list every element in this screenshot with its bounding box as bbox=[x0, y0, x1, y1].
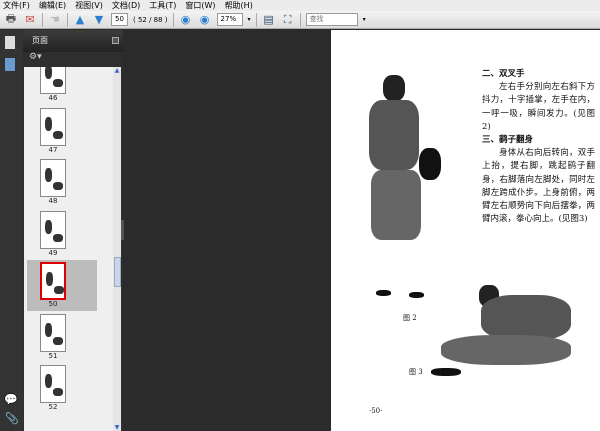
thumbnail-page-number: 51 bbox=[48, 351, 58, 360]
thumbnail-page-number: 47 bbox=[48, 145, 58, 154]
thumbnail-image bbox=[40, 262, 66, 300]
thumbnail-list: 46 47 48 49 50 51 52 ▲ ▼ bbox=[24, 67, 121, 431]
page-number: ·50· bbox=[369, 407, 383, 415]
thumbnail-image bbox=[40, 107, 66, 146]
section-heading-2: 二、双叉手 bbox=[482, 69, 525, 79]
comments-icon[interactable]: 💬 bbox=[4, 393, 18, 406]
page-thumbnail[interactable]: 51 bbox=[27, 312, 97, 363]
thumbnail-page-number: 48 bbox=[48, 197, 58, 205]
divider bbox=[67, 12, 68, 27]
page-number-input[interactable]: 50 bbox=[111, 13, 128, 26]
thumbnail-page-number: 49 bbox=[48, 248, 58, 257]
thumbnail-page-number: 46 bbox=[48, 94, 58, 102]
thumbnail-image bbox=[40, 159, 66, 197]
navigation-icons: 💬 📎 bbox=[0, 30, 23, 431]
paragraph-2: 左右手分别向左右斜下方抖力，十字插掌，左手在内，一呼一吸，瞬间发力。(见图2) bbox=[482, 82, 595, 132]
page-thumbnail[interactable]: 52 bbox=[27, 363, 97, 414]
pages-panel: 页面 ⚙▾ 46 47 48 49 50 51 52 ▲ ▼ bbox=[23, 30, 123, 431]
menu-window[interactable]: 窗口(W) bbox=[185, 0, 215, 11]
menu-help[interactable]: 帮助(H) bbox=[225, 0, 253, 11]
zoom-out-icon[interactable]: ◉ bbox=[179, 13, 193, 26]
divider bbox=[299, 12, 301, 27]
bookmarks-icon[interactable] bbox=[5, 58, 15, 71]
zoom-input[interactable]: 27% bbox=[216, 13, 243, 26]
panel-title: 页面 bbox=[32, 36, 48, 45]
page-thumbnail[interactable]: 47 bbox=[27, 106, 97, 157]
thumbnail-page-number: 50 bbox=[48, 300, 58, 308]
thumbnail-image bbox=[40, 365, 66, 403]
page-thumbnail[interactable]: 49 bbox=[27, 209, 97, 260]
scroll-up-icon[interactable]: ▲ bbox=[113, 67, 121, 74]
scroll-down-icon[interactable]: ▼ bbox=[113, 424, 121, 431]
panel-menu-button[interactable] bbox=[112, 37, 119, 44]
scrollbar-thumb[interactable] bbox=[114, 257, 121, 287]
thumbnail-scrollbar[interactable]: ▲ ▼ bbox=[113, 67, 121, 431]
thumbnail-image bbox=[40, 67, 66, 94]
zoom-in-icon[interactable]: ◉ bbox=[198, 13, 212, 26]
menu-edit[interactable]: 编辑(E) bbox=[39, 0, 66, 11]
thumbnail-image bbox=[40, 210, 66, 249]
page-thumbnail[interactable]: 48 bbox=[27, 157, 97, 208]
menu-document[interactable]: 文档(D) bbox=[112, 0, 140, 11]
paragraph-3: 身体从右向后转向，双手上抬，提右脚，跳起鹞子翻身，右脚落向左脚处，同时左脚左跨成… bbox=[482, 148, 595, 225]
pdf-page: 二、双叉手 左右手分别向左右斜下方抖力，十字插掌，左手在内，一呼一吸，瞬间发力。… bbox=[331, 30, 600, 431]
fit-width-icon[interactable]: ▤ bbox=[262, 13, 276, 26]
options-gear-icon[interactable]: ⚙▾ bbox=[23, 52, 123, 66]
figure-3-caption: 图 3 bbox=[409, 368, 423, 376]
share-icon[interactable]: ✉ bbox=[23, 13, 37, 26]
menu-view[interactable]: 视图(V) bbox=[75, 0, 103, 11]
fit-page-icon[interactable]: ⛶ bbox=[281, 13, 295, 26]
search-dropdown-icon[interactable]: ▾ bbox=[363, 16, 366, 23]
toolbar: 🖶 ✉ ☚ ▲ ▼ 50 ( 52 / 88 ) ◉ ◉ 27% ▾ ▤ ⛶ ▾ bbox=[0, 11, 600, 29]
figure-2-caption: 图 2 bbox=[403, 314, 417, 322]
previous-page-icon[interactable]: ▲ bbox=[73, 13, 87, 26]
splitter-handle[interactable] bbox=[121, 220, 124, 240]
divider bbox=[255, 12, 257, 27]
attachment-icon[interactable]: 📎 bbox=[5, 412, 19, 425]
menu-tools[interactable]: 工具(T) bbox=[149, 0, 176, 11]
hand-icon[interactable]: ☚ bbox=[48, 13, 62, 26]
document-view[interactable]: 二、双叉手 左右手分别向左右斜下方抖力，十字插掌，左手在内，一呼一吸，瞬间发力。… bbox=[121, 30, 600, 431]
thumbnail-image bbox=[40, 313, 66, 352]
page-thumbnail[interactable]: 50 bbox=[27, 260, 97, 311]
print-icon[interactable]: 🖶 bbox=[4, 12, 18, 26]
zoom-dropdown-icon[interactable]: ▾ bbox=[248, 16, 251, 23]
pages-icon[interactable] bbox=[5, 36, 15, 49]
next-page-icon[interactable]: ▼ bbox=[92, 13, 106, 26]
search-input[interactable] bbox=[305, 13, 358, 26]
page-count: ( 52 / 88 ) bbox=[133, 15, 168, 24]
divider bbox=[42, 12, 43, 27]
section-heading-3: 三、鹞子翻身 bbox=[482, 135, 534, 145]
page-thumbnail[interactable]: 46 bbox=[27, 67, 97, 105]
menu-bar: 文件(F) 编辑(E) 视图(V) 文档(D) 工具(T) 窗口(W) 帮助(H… bbox=[0, 0, 600, 11]
divider bbox=[172, 12, 174, 27]
panel-header: 页面 bbox=[23, 30, 123, 52]
thumbnail-page-number: 52 bbox=[48, 403, 58, 411]
